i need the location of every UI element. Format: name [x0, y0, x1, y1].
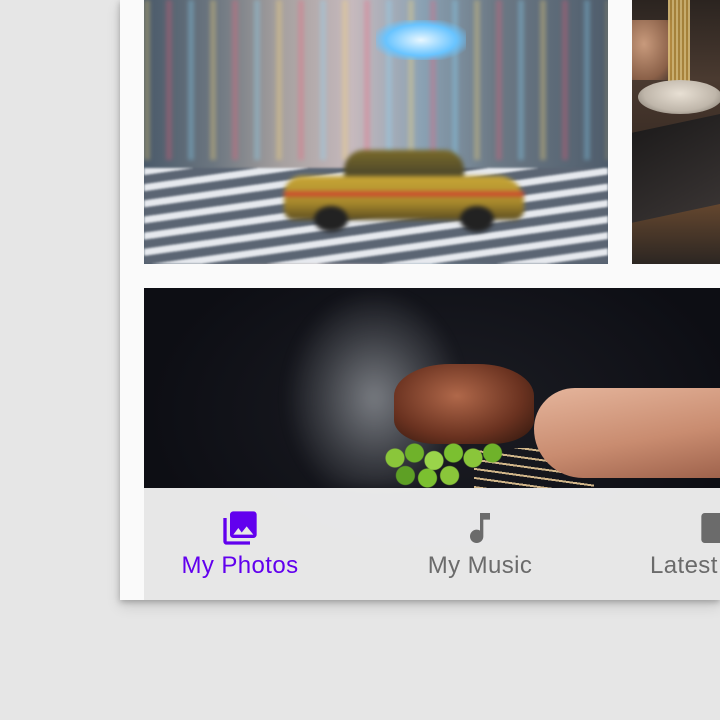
photo-ramen[interactable]: [632, 0, 720, 264]
taxi-stripe: [284, 192, 524, 196]
hand: [632, 20, 672, 80]
photo-library-icon: [220, 508, 260, 548]
nav-item-latest[interactable]: Latest: [600, 488, 720, 600]
taxi-wheel-front: [314, 206, 348, 232]
music-note-icon: [460, 508, 500, 548]
green-peppers: [382, 438, 512, 488]
bowl: [638, 80, 720, 114]
app-screen: My Photos My Music Latest: [120, 0, 720, 600]
tray: [632, 107, 720, 223]
copper-pot: [394, 364, 534, 444]
nav-label-my-photos: My Photos: [181, 552, 299, 579]
latest-icon: [698, 508, 720, 548]
bottom-navigation: My Photos My Music Latest: [120, 488, 720, 600]
nav-label-my-music: My Music: [427, 552, 533, 579]
photo-taxi-street[interactable]: [144, 0, 608, 264]
taxi: [284, 150, 524, 232]
taxi-wheel-rear: [460, 206, 494, 232]
nav-item-my-photos[interactable]: My Photos: [120, 488, 360, 600]
noodles: [668, 0, 690, 90]
nav-item-my-music[interactable]: My Music: [360, 488, 600, 600]
nav-label-latest: Latest: [650, 552, 718, 579]
hand: [534, 388, 720, 478]
billboard-glow: [376, 20, 466, 60]
